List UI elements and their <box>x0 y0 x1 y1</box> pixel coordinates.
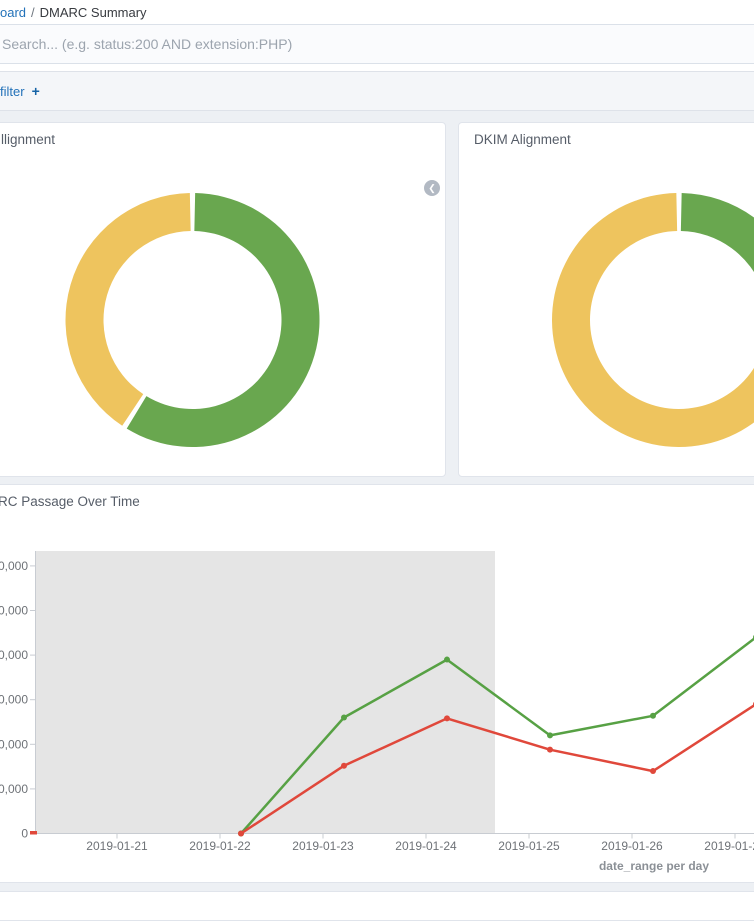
plus-icon[interactable]: + <box>32 83 40 99</box>
y-axis-tick-label: 0,000 <box>0 648 28 662</box>
donut-slice-green[interactable] <box>681 193 754 291</box>
data-point-green[interactable] <box>650 713 656 719</box>
x-axis-tick-label: 2019-01-27 <box>704 839 754 853</box>
data-point-red[interactable] <box>444 715 450 721</box>
data-point-green[interactable] <box>444 657 450 663</box>
breadcrumb-separator: / <box>31 5 35 20</box>
y-axis-tick-label: 0,000 <box>0 604 28 618</box>
filter-bar: filter + <box>0 71 754 111</box>
data-point-red[interactable] <box>238 831 244 837</box>
breadcrumb-current: DMARC Summary <box>40 5 147 20</box>
chevron-left-icon[interactable]: ❮ <box>424 180 440 196</box>
x-axis-tick-label: 2019-01-22 <box>189 839 251 853</box>
y-axis-tick-label: 0,000 <box>0 737 28 751</box>
add-filter-label[interactable]: filter <box>0 84 25 99</box>
spf-donut-chart[interactable] <box>64 192 321 448</box>
dmarc-passage-line-chart: 0,000 0,000 0,000 0,000 0,000 0,000 0 2019-01-2… <box>0 540 754 898</box>
next-panel-partial <box>0 891 754 921</box>
dmarc-dashboard: { "breadcrumb": { "link_text": "oard", "… <box>0 0 754 898</box>
time-selection-region[interactable] <box>35 551 495 834</box>
dkim-panel-title: DKIM Alignment <box>474 132 571 147</box>
x-axis-tick-label: 2019-01-23 <box>292 839 354 853</box>
breadcrumb-dashboard-link[interactable]: oard <box>0 5 26 20</box>
data-point-green[interactable] <box>341 715 347 721</box>
data-point-green[interactable] <box>547 732 553 738</box>
x-axis-tick-label: 2019-01-21 <box>86 839 148 853</box>
x-axis-tick-label: 2019-01-24 <box>395 839 457 853</box>
dkim-donut-chart[interactable] <box>551 192 754 448</box>
search-input[interactable] <box>0 24 754 64</box>
data-point-red[interactable] <box>341 763 347 769</box>
add-filter-link[interactable]: filter + <box>0 72 40 110</box>
clipped-data-point-red <box>30 831 37 835</box>
spf-panel-title: llignment <box>1 132 55 147</box>
x-axis-label: date_range per day <box>599 859 709 873</box>
breadcrumb: oard / DMARC Summary <box>0 4 147 22</box>
y-axis-tick-label: 0,000 <box>0 693 28 707</box>
data-point-red[interactable] <box>650 768 656 774</box>
y-axis-tick-label: 0,000 <box>0 782 28 796</box>
passage-panel-title: RC Passage Over Time <box>0 494 140 509</box>
data-point-red[interactable] <box>547 747 553 753</box>
x-axis-tick-label: 2019-01-25 <box>498 839 560 853</box>
donut-slice-yellow[interactable] <box>66 193 191 426</box>
y-axis-tick-label: 0 <box>21 827 28 841</box>
y-axis-tick-label: 0,000 <box>0 559 28 573</box>
x-axis-tick-label: 2019-01-26 <box>601 839 663 853</box>
